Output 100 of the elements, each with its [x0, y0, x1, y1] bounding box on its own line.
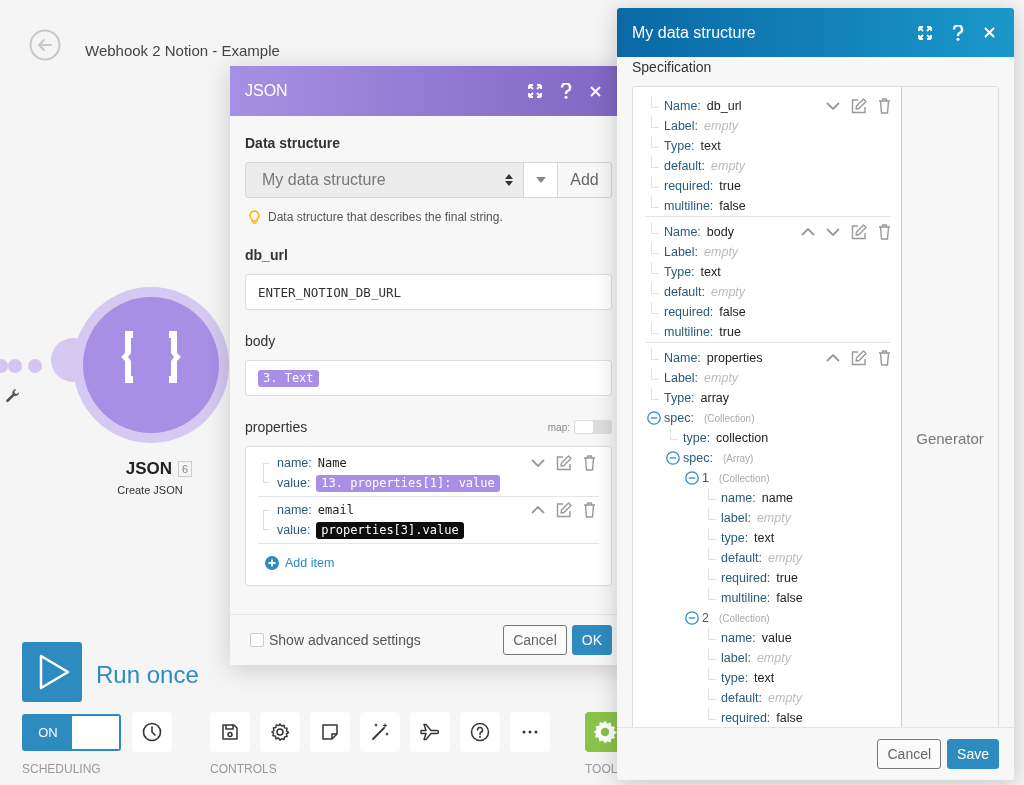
advanced-settings-label[interactable]: Show advanced settings: [269, 632, 421, 648]
cancel-button[interactable]: Cancel: [503, 625, 567, 655]
tree-connector: [708, 548, 716, 560]
move-up-icon[interactable]: [801, 228, 815, 236]
field-value: empty: [768, 691, 803, 705]
mapped-token: 13. properties[1]: value: [316, 474, 500, 492]
tree-connector: [708, 708, 716, 720]
dropdown-button[interactable]: [524, 162, 558, 198]
data-structure-select[interactable]: My data structure: [245, 162, 524, 198]
clock-icon[interactable]: [132, 712, 172, 752]
add-item-link[interactable]: Add item: [265, 556, 335, 570]
generator-tab[interactable]: Generator: [916, 429, 984, 447]
collapse-icon[interactable]: [685, 471, 699, 485]
trash-icon[interactable]: [583, 502, 596, 518]
edit-icon[interactable]: [851, 224, 867, 240]
save-button[interactable]: Save: [947, 739, 999, 769]
mapped-token: 3. Text: [258, 369, 319, 387]
field-key: multiline:: [664, 199, 714, 213]
caret-icon: [535, 177, 546, 183]
collapse-icon[interactable]: [685, 611, 699, 625]
wrench-icon[interactable]: [5, 389, 21, 405]
tree-connector: [708, 528, 716, 540]
tree-connector: [651, 262, 659, 274]
map-label: map:: [547, 421, 570, 433]
move-down-icon[interactable]: [826, 102, 840, 110]
field-value: text: [700, 265, 721, 279]
tree-connector: [651, 242, 659, 254]
tree-connector: [651, 282, 659, 294]
field-value: name: [761, 491, 794, 505]
field-key: Label:: [664, 371, 699, 385]
tree-connector: [651, 322, 659, 334]
add-button[interactable]: Add: [558, 162, 612, 198]
expand-icon[interactable]: [528, 84, 542, 98]
field-key: spec:: [664, 411, 694, 425]
edit-icon[interactable]: [851, 350, 867, 366]
field-value: body: [706, 225, 734, 239]
collapse-icon[interactable]: [647, 411, 661, 425]
item-value: email: [317, 503, 354, 517]
tree-connector: [651, 348, 659, 360]
edit-icon[interactable]: [851, 98, 867, 114]
magic-wand-icon[interactable]: [360, 712, 400, 752]
type-hint: (Collection): [718, 472, 770, 484]
settings-icon[interactable]: [260, 712, 300, 752]
field-label: db_url: [245, 246, 288, 264]
collapse-icon[interactable]: [666, 451, 680, 465]
advanced-checkbox[interactable]: [250, 633, 264, 647]
trash-icon[interactable]: [878, 350, 891, 366]
field-value: false: [776, 591, 803, 605]
item-key: value:: [277, 523, 311, 537]
item-key: name:: [277, 456, 312, 470]
edit-icon[interactable]: [556, 502, 572, 518]
help-icon[interactable]: [460, 712, 500, 752]
field-key: Type:: [664, 139, 695, 153]
connector-dots-drawing: [0, 358, 42, 374]
move-down-icon[interactable]: [531, 459, 545, 467]
move-up-icon[interactable]: [826, 354, 840, 362]
field-key: Type:: [664, 265, 695, 279]
more-icon[interactable]: [510, 712, 550, 752]
edit-icon[interactable]: [556, 455, 572, 471]
text-field[interactable]: ENTER_NOTION_DB_URL: [245, 274, 612, 310]
item-key: name:: [277, 503, 312, 517]
field-value: false: [719, 199, 746, 213]
type-hint: (Collection): [703, 412, 755, 424]
map-switch[interactable]: [574, 420, 612, 434]
field-key: multiline:: [664, 325, 714, 339]
item-key: value:: [277, 476, 311, 490]
field-key: Name:: [664, 225, 701, 239]
tree-connector: [708, 488, 716, 500]
field-value: true: [719, 179, 741, 193]
cancel-button[interactable]: Cancel: [877, 739, 942, 769]
tree-connector: [263, 463, 269, 483]
expand-icon[interactable]: [918, 25, 932, 40]
run-once-label[interactable]: Run once: [96, 661, 199, 689]
field-value: text: [754, 531, 775, 545]
hint-text: Data structure that describes the final string.: [268, 209, 503, 226]
trash-icon[interactable]: [583, 455, 596, 471]
scheduling-toggle[interactable]: ON: [22, 713, 121, 751]
trash-icon[interactable]: [878, 224, 891, 240]
close-icon[interactable]: [984, 27, 995, 38]
close-icon[interactable]: [590, 85, 601, 97]
airplane-icon[interactable]: [410, 712, 450, 752]
tree-connector: [651, 302, 659, 314]
field-value: properties: [706, 351, 763, 365]
scheduling-label: SCHEDULING: [22, 762, 102, 776]
text-field[interactable]: 3. Text: [245, 360, 612, 396]
field-value: value: [761, 631, 792, 645]
tools-label: TOOL: [585, 762, 619, 776]
field-label: Data structure: [245, 134, 340, 152]
field-key: required:: [721, 711, 771, 725]
save-icon[interactable]: [210, 712, 250, 752]
ok-button[interactable]: OK: [571, 625, 612, 655]
move-down-icon[interactable]: [826, 228, 840, 236]
field-key: required:: [664, 179, 714, 193]
trash-icon[interactable]: [878, 98, 891, 114]
tree-connector: [651, 222, 659, 234]
note-icon[interactable]: [310, 712, 350, 752]
run-once-button[interactable]: [22, 642, 82, 702]
field-key: name:: [721, 631, 756, 645]
move-up-icon[interactable]: [531, 506, 545, 514]
play-icon: [37, 653, 71, 691]
